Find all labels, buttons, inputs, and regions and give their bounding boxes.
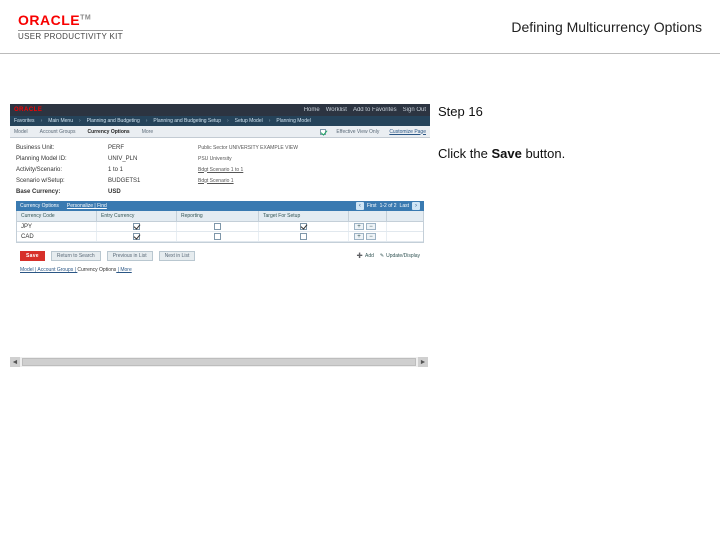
col-actions xyxy=(349,211,387,221)
upk-label: USER PRODUCTIVITY KIT xyxy=(18,30,123,41)
footer-tab-links: Model | Account Groups | Currency Option… xyxy=(16,267,424,277)
crumb-favorites[interactable]: Favorites xyxy=(14,118,35,124)
crumb-pb[interactable]: Planning and Budgeting xyxy=(87,118,140,124)
pm-desc: PSU University xyxy=(198,156,424,162)
col-currency-code: Currency Code xyxy=(17,211,97,221)
app-footer: Save Return to Search Previous in List N… xyxy=(16,249,424,267)
base-label: Base Currency: xyxy=(16,189,108,195)
target-checkbox-2[interactable] xyxy=(300,233,307,240)
section-bar: Currency Options Personalize | Find ‹ Fi… xyxy=(16,201,424,211)
page-title: Defining Multicurrency Options xyxy=(511,19,702,35)
entry-checkbox-1[interactable] xyxy=(133,223,140,230)
titlebar-link-worklist[interactable]: Worklist xyxy=(326,107,347,113)
pager-last-icon[interactable]: › xyxy=(412,202,420,210)
crumb-setupmodel[interactable]: Setup Model xyxy=(235,118,263,124)
app-tabs: Model Account Groups Currency Options Mo… xyxy=(10,126,430,138)
titlebar-link-signout[interactable]: Sign Out xyxy=(403,107,426,113)
cell-code-2: CAD xyxy=(17,232,97,241)
screenshot-pane: ORACLE Home Worklist Add to Favorites Si… xyxy=(0,104,428,367)
instr-bold: Save xyxy=(491,146,521,161)
bu-label: Business Unit: xyxy=(16,145,108,151)
as-value: 1 to 1 xyxy=(108,167,198,173)
step-instruction: Click the Save button. xyxy=(438,145,696,163)
app-titlebar: ORACLE Home Worklist Add to Favorites Si… xyxy=(10,104,430,116)
scroll-thumb[interactable] xyxy=(22,358,416,366)
col-target: Target For Setup xyxy=(259,211,349,221)
oracle-app: ORACLE Home Worklist Add to Favorites Si… xyxy=(10,104,430,277)
add-row-button[interactable]: + xyxy=(354,233,364,240)
as-label: Activity/Scenario: xyxy=(16,167,108,173)
pager-last[interactable]: Last xyxy=(400,203,409,209)
instruction-pane: Step 16 Click the Save button. xyxy=(428,104,710,367)
breadcrumb: Favorites› Main Menu› Planning and Budge… xyxy=(10,116,430,126)
save-button[interactable]: Save xyxy=(20,251,45,261)
instr-suffix: button. xyxy=(522,146,565,161)
tab-account-groups[interactable]: Account Groups xyxy=(40,129,76,135)
remove-row-button[interactable]: − xyxy=(366,223,376,230)
pm-value: UNIV_PLN xyxy=(108,156,198,162)
reporting-checkbox-2[interactable] xyxy=(214,233,221,240)
sc-value: BUDGETS1 xyxy=(108,178,198,184)
bu-value: PERF xyxy=(108,145,198,151)
col-entry: Entry Currency xyxy=(97,211,177,221)
sc-link[interactable]: Bdgt Scenario 1 xyxy=(198,178,424,184)
target-checkbox-1[interactable] xyxy=(300,223,307,230)
base-value: USD xyxy=(108,189,198,195)
update-display-button[interactable]: ✎ Update/Display xyxy=(380,253,420,259)
next-in-list-button[interactable]: Next in List xyxy=(159,251,196,261)
as-link[interactable]: Bdgt Scenario 1 to 1 xyxy=(198,167,424,173)
entry-checkbox-2[interactable] xyxy=(133,233,140,240)
add-row-button[interactable]: + xyxy=(354,223,364,230)
oracle-logo-text: ORACLE xyxy=(18,12,80,28)
return-button[interactable]: Return to Search xyxy=(51,251,101,261)
app-body: Business Unit:PERFPublic Sector UNIVERSI… xyxy=(10,138,430,277)
prev-in-list-button[interactable]: Previous in List xyxy=(107,251,153,261)
table-row: JPY +− xyxy=(17,222,423,232)
tab-model[interactable]: Model xyxy=(14,129,28,135)
tab-currency-options[interactable]: Currency Options xyxy=(87,129,129,135)
app-brand: ORACLE xyxy=(14,107,42,113)
instr-prefix: Click the xyxy=(438,146,491,161)
effective-view-label: Effective View Only xyxy=(336,129,379,135)
add-button[interactable]: ➕ Add xyxy=(357,253,374,259)
oracle-logo-block: ORACLETM USER PRODUCTIVITY KIT xyxy=(18,12,123,41)
remove-row-button[interactable]: − xyxy=(366,233,376,240)
effective-view-checkbox[interactable] xyxy=(320,129,326,135)
horizontal-scrollbar[interactable]: ◄ ► xyxy=(10,357,428,367)
step-label: Step 16 xyxy=(438,104,696,119)
scroll-left-icon[interactable]: ◄ xyxy=(10,357,20,367)
pager-range: 1-2 of 2 xyxy=(380,203,397,209)
crumb-main[interactable]: Main Menu xyxy=(48,118,73,124)
crumb-setup[interactable]: Planning and Budgeting Setup xyxy=(153,118,221,124)
col-reporting: Reporting xyxy=(177,211,259,221)
table-row: CAD +− xyxy=(17,232,423,242)
customize-page-link[interactable]: Customize Page xyxy=(389,129,426,135)
pager-first[interactable]: First xyxy=(367,203,377,209)
page-header: ORACLETM USER PRODUCTIVITY KIT Defining … xyxy=(0,0,720,54)
cell-code-1: JPY xyxy=(17,222,97,231)
oracle-logo: ORACLETM xyxy=(18,12,123,28)
scroll-right-icon[interactable]: ► xyxy=(418,357,428,367)
personalize-link[interactable]: Personalize | Find xyxy=(67,203,107,209)
reporting-checkbox-1[interactable] xyxy=(214,223,221,230)
pager-first-icon[interactable]: ‹ xyxy=(356,202,364,210)
trademark-text: TM xyxy=(80,14,91,21)
tab-more[interactable]: More xyxy=(142,129,153,135)
crumb-planmodel[interactable]: Planning Model xyxy=(276,118,310,124)
currency-grid: Currency Code Entry Currency Reporting T… xyxy=(16,211,424,243)
titlebar-link-favorites[interactable]: Add to Favorites xyxy=(353,107,397,113)
pm-label: Planning Model ID: xyxy=(16,156,108,162)
bu-desc: Public Sector UNIVERSITY EXAMPLE VIEW xyxy=(198,145,424,151)
sc-label: Scenario w/Setup: xyxy=(16,178,108,184)
section-title: Currency Options xyxy=(20,203,59,209)
main-content: ORACLE Home Worklist Add to Favorites Si… xyxy=(0,54,720,367)
titlebar-link-home[interactable]: Home xyxy=(304,107,320,113)
